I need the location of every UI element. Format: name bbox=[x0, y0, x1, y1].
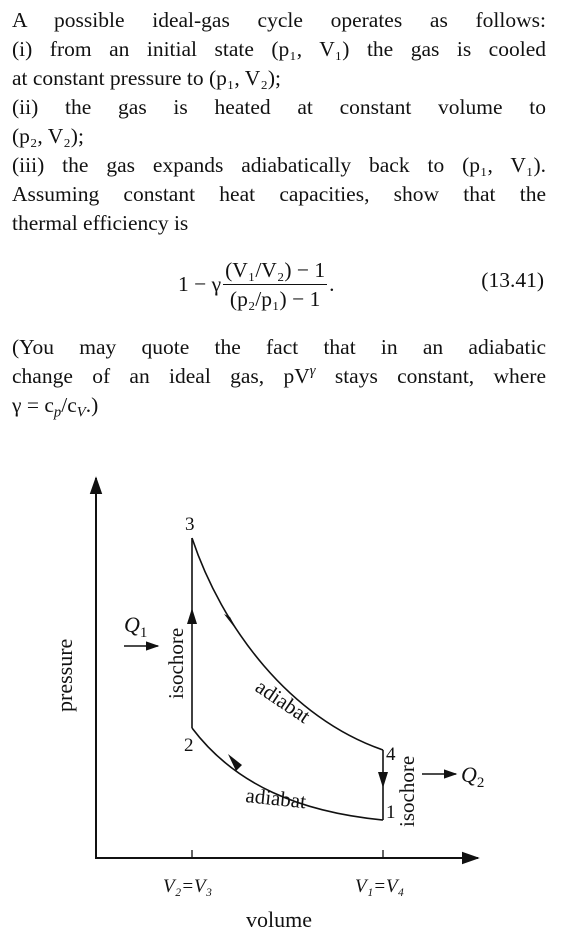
equation-denominator: (p₂/p₁) − 1 bbox=[229, 286, 321, 311]
point-3-label: 3 bbox=[185, 514, 195, 535]
problem-line: (iii) the gas expands adiabatically back… bbox=[12, 153, 546, 177]
problem-line: (ii) the gas is heated at constant volum… bbox=[12, 95, 546, 119]
problem-line: thermal efficiency is bbox=[12, 211, 189, 235]
note-line: change of an ideal gas, pVγ stays consta… bbox=[12, 362, 546, 391]
note-text: γ = c bbox=[12, 393, 54, 417]
note-line: γ = cp/cV.) bbox=[12, 391, 546, 420]
problem-line: A possible ideal-gas cycle operates as f… bbox=[12, 8, 546, 32]
tick-label-v1-v4: V₁=V₄ bbox=[355, 876, 404, 897]
note-text: /c bbox=[61, 393, 77, 417]
note-text: .) bbox=[85, 393, 99, 417]
volume-axis-label: volume bbox=[246, 907, 312, 932]
note-text: change of an ideal gas, pV bbox=[12, 364, 310, 388]
subscript-v: V bbox=[76, 404, 86, 421]
left-isochore-label: isochore bbox=[164, 628, 188, 699]
equation-prefix: 1 − γ bbox=[178, 271, 222, 296]
right-isochore-label: isochore bbox=[395, 756, 419, 827]
upper-adiabat-label: adiabat bbox=[251, 674, 315, 728]
heat-out-label: Q2 bbox=[461, 762, 484, 791]
equation-fraction: (V₁/V₂) − 1 (p₂/p₁) − 1 bbox=[223, 257, 328, 312]
adiabat-down-arrow-icon bbox=[224, 614, 238, 632]
efficiency-equation: 1 − γ (V₁/V₂) − 1 (p₂/p₁) − 1 . bbox=[178, 254, 334, 314]
pv-cycle-diagram: 3 2 4 1 Q1 Q2 isochore isochore adiabat … bbox=[52, 476, 484, 932]
lower-adiabat-label: adiabat bbox=[244, 783, 307, 813]
heat-in-label: Q1 bbox=[124, 612, 147, 641]
note-paragraph: (You may quote the fact that in an adiab… bbox=[12, 333, 546, 420]
pressure-axis-label: pressure bbox=[52, 639, 77, 712]
problem-line: Assuming constant heat capacities, show … bbox=[12, 182, 546, 206]
equation-numerator: (V₁/V₂) − 1 bbox=[223, 257, 328, 285]
tick-label-v2-v3: V₂=V₃ bbox=[163, 876, 212, 897]
equation-suffix: . bbox=[329, 271, 335, 296]
problem-statement: A possible ideal-gas cycle operates as f… bbox=[12, 6, 546, 238]
problem-line: (p₂, V₂); bbox=[12, 124, 84, 148]
problem-line: at constant pressure to (p₁, V₂); bbox=[12, 66, 281, 90]
note-line: (You may quote the fact that in an adiab… bbox=[12, 335, 546, 359]
up-arrow-icon bbox=[187, 608, 197, 624]
gamma-superscript: γ bbox=[309, 362, 316, 379]
down-arrow-icon bbox=[378, 772, 388, 788]
point-2-label: 2 bbox=[184, 735, 194, 756]
equation-number: (13.41) bbox=[481, 268, 544, 292]
problem-line: (i) from an initial state (p₁, V₁) the g… bbox=[12, 37, 546, 61]
note-text: stays constant, where bbox=[334, 364, 546, 388]
adiabat-back-arrow-icon bbox=[228, 754, 242, 771]
